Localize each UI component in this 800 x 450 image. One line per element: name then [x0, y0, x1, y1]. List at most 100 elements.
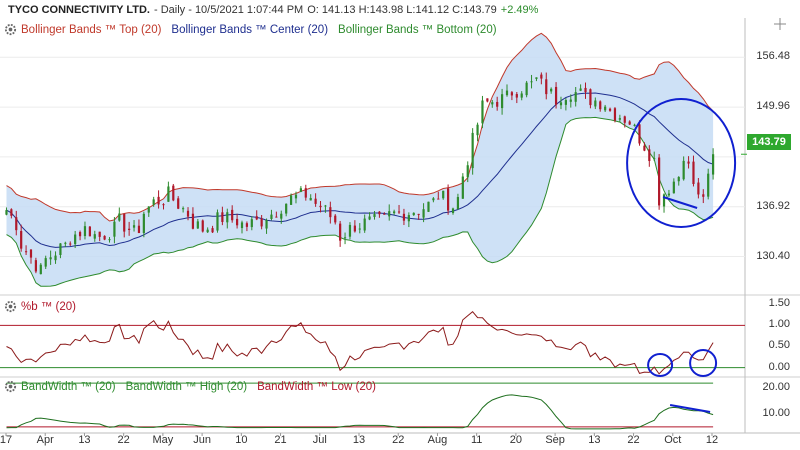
candle-body: [697, 182, 700, 195]
candle-body: [554, 86, 558, 105]
candle-body: [240, 222, 244, 229]
x-tick-label: Aug: [427, 434, 448, 446]
candle-body: [142, 213, 145, 234]
annotation-divergence-line: [669, 404, 711, 413]
candle-body: [628, 121, 631, 125]
candle-body: [177, 198, 180, 209]
candle-body: [15, 217, 18, 231]
candle-body: [29, 249, 33, 258]
candle-body: [608, 108, 612, 111]
candle-body: [456, 197, 460, 210]
candle-body: [402, 213, 406, 221]
candle-body: [299, 188, 302, 192]
candle-body: [397, 211, 401, 213]
candle-body: [486, 98, 489, 102]
candle-body: [24, 251, 28, 253]
candle-body: [182, 208, 185, 210]
candle-body: [69, 243, 72, 245]
legend-bb-center: Bollinger Bands ™ Center (20): [171, 23, 329, 36]
bandwidth-line: [6, 394, 714, 430]
candle-body: [255, 216, 258, 220]
candle-body: [275, 216, 278, 218]
candle-body: [437, 198, 440, 200]
candle-body: [319, 205, 322, 208]
gear-icon[interactable]: [4, 300, 17, 313]
candle-body: [702, 194, 705, 197]
candle-body: [530, 81, 533, 83]
candle-body: [39, 264, 42, 275]
pctb-tick-label: 0.00: [768, 360, 790, 373]
gear-icon[interactable]: [4, 23, 17, 36]
candle-body: [88, 226, 91, 237]
candle-body: [250, 219, 253, 228]
candle-body: [191, 213, 195, 229]
price-legend: Bollinger Bands ™ Top (20) Bollinger Ban…: [4, 23, 507, 36]
price-tick-label: 149.96: [756, 100, 790, 113]
ohlc-text: O: 141.13 H:143.98 L:141.12 C:143.79: [307, 4, 497, 16]
candle-body: [98, 231, 101, 237]
candle-body: [422, 209, 425, 218]
candle-body: [270, 214, 273, 219]
candle-body: [59, 243, 62, 255]
chart-header: TYCO CONNECTIVITY LTD. - Daily - 10/5/20…: [0, 0, 800, 20]
bandwidth-tick-label: 20.00: [762, 381, 790, 394]
candle-body: [692, 161, 695, 185]
candle-body: [10, 209, 13, 216]
candle-body: [34, 260, 38, 272]
symbol-title: TYCO CONNECTIVITY LTD.: [8, 4, 150, 16]
candle-body: [226, 212, 229, 223]
candle-body: [569, 99, 572, 102]
annotation-circle: [689, 349, 718, 377]
candle-body: [662, 194, 666, 207]
candle-body: [584, 87, 587, 93]
legend-bandwidth-low: BandWidth ™ Low (20): [257, 380, 376, 393]
candle-body: [265, 220, 268, 229]
candle-body: [49, 257, 52, 260]
x-tick-label: Jul: [312, 434, 327, 446]
candle-body: [280, 213, 283, 219]
pctb-tick-label: 1.50: [768, 297, 790, 310]
candle-body: [520, 93, 523, 98]
x-tick-label: Oct: [664, 434, 682, 446]
candle-body: [491, 102, 494, 105]
chart-root: TYCO CONNECTIVITY LTD. - Daily - 10/5/20…: [0, 0, 800, 450]
candle-body: [211, 228, 214, 233]
bandwidth-tick-label: 10.00: [762, 407, 790, 419]
price-tick-label: 156.48: [756, 50, 790, 63]
candle-body: [711, 154, 715, 175]
legend-bb-top: Bollinger Bands ™ Top (20): [21, 23, 162, 36]
x-tick-label: 12: [705, 434, 719, 446]
candle-body: [358, 228, 361, 230]
candle-body: [388, 211, 391, 217]
x-tick-label: 11: [470, 434, 483, 446]
candle-body: [633, 124, 636, 126]
candle-body: [466, 165, 469, 178]
candle-body: [658, 157, 661, 206]
candle-body: [260, 218, 263, 227]
x-tick-label: 20: [509, 434, 522, 446]
candle-body: [604, 106, 607, 111]
candle-body: [216, 212, 219, 231]
candle-body: [294, 194, 298, 199]
candle-body: [343, 237, 347, 239]
x-tick-label: May: [152, 434, 174, 446]
x-tick-label: 13: [588, 434, 601, 446]
candle-body: [304, 188, 307, 198]
candle-body: [353, 225, 356, 232]
candle-body: [496, 101, 499, 107]
candle-body: [113, 221, 116, 237]
x-tick-label: 21: [274, 434, 287, 446]
x-tick-label: 22: [392, 434, 405, 446]
gear-icon[interactable]: [4, 380, 17, 393]
legend-pctb: %b ™ (20): [21, 300, 76, 313]
candle-body: [78, 232, 82, 237]
crosshair-icon[interactable]: [774, 18, 786, 30]
candle-body: [677, 176, 680, 182]
candle-body: [231, 209, 234, 221]
candle-body: [442, 190, 445, 199]
candle-body: [618, 118, 621, 120]
candle-body: [451, 208, 455, 214]
candle-body: [594, 100, 597, 107]
candle-body: [128, 228, 131, 230]
candle-body: [579, 88, 582, 91]
